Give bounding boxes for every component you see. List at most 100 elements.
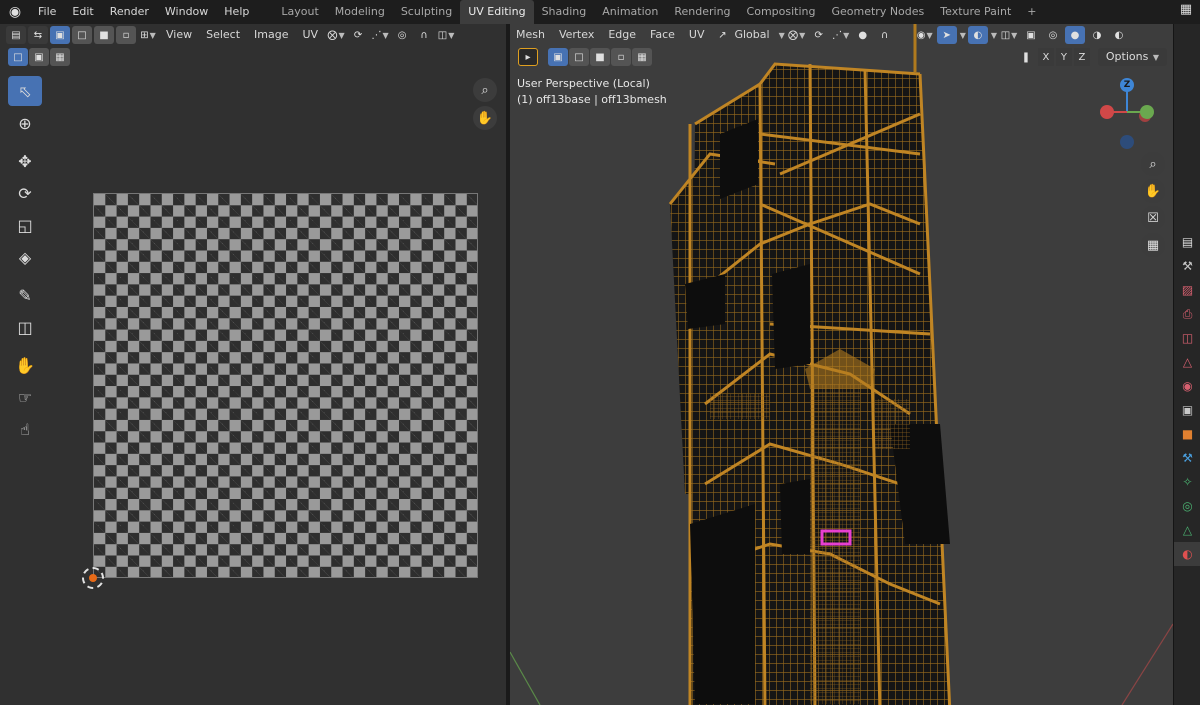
3d-viewport[interactable]: Mesh Vertex Edge Face UV ↗ Global ▼ ⨂ ▼ ⟳…	[510, 24, 1173, 705]
output-properties-icon[interactable]: ⎙	[1174, 302, 1200, 326]
tab-compositing[interactable]: Compositing	[739, 0, 824, 24]
collection-icon[interactable]: ▣	[1174, 398, 1200, 422]
tab-shading[interactable]: Shading	[534, 0, 595, 24]
vp-zoom-icon[interactable]: ⌕	[1141, 152, 1165, 176]
material-properties-icon[interactable]: ◐	[1174, 542, 1200, 566]
pan-hand-icon[interactable]: ✋	[473, 106, 497, 130]
tab-uv-editing[interactable]: UV Editing	[460, 0, 534, 24]
properties-editor-icon[interactable]: ▤	[1174, 230, 1200, 254]
blender-logo-icon[interactable]: ◉	[0, 4, 30, 20]
particles-icon[interactable]: ✧	[1174, 470, 1200, 494]
annotate-icon[interactable]: ✎	[8, 280, 42, 310]
gizmo-toggle-icon[interactable]: ➤	[936, 26, 957, 44]
transform-icon[interactable]: ◈	[8, 242, 42, 272]
vp-menu-edge[interactable]: Edge	[602, 24, 642, 46]
gizmo-x-axis[interactable]	[1100, 105, 1114, 119]
vp-snap-target-icon[interactable]: ⋰ ▼	[831, 26, 851, 44]
mirror-y-toggle[interactable]: Y	[1055, 48, 1072, 66]
tool-settings-icon[interactable]: ⚒	[1174, 254, 1200, 278]
select-subtract-icon[interactable]: ▦	[50, 48, 70, 66]
snap-icon[interactable]: ⟳	[348, 26, 368, 44]
rip-region-icon[interactable]: ◫	[8, 312, 42, 342]
xray-icon[interactable]: ▣	[1021, 26, 1041, 44]
menu-file[interactable]: File	[30, 0, 64, 24]
object-data-icon[interactable]: △	[1174, 518, 1200, 542]
object-properties-icon[interactable]: ■	[1174, 422, 1200, 446]
navigation-gizmo[interactable]: Z	[1095, 76, 1155, 156]
options-dropdown[interactable]: Options ▼	[1097, 48, 1167, 66]
zoom-icon[interactable]: ⌕	[473, 78, 497, 102]
vertex-select-icon[interactable]: ▣	[50, 26, 70, 44]
edge-select-icon[interactable]: □	[72, 26, 92, 44]
gizmo-dropdown-icon[interactable]: ▼	[960, 31, 966, 40]
sticky-mode-icon[interactable]: ⊞ ▼	[138, 26, 158, 44]
mirror-z-toggle[interactable]: Z	[1073, 48, 1090, 66]
face-select-icon[interactable]: ■	[94, 26, 114, 44]
relax-icon[interactable]: ☞	[8, 382, 42, 412]
select-new-icon[interactable]: □	[8, 48, 28, 66]
uv-2d-cursor-icon[interactable]	[82, 567, 104, 589]
tab-layout[interactable]: Layout	[273, 0, 326, 24]
scene-selector-icon[interactable]: ▦	[1176, 2, 1196, 22]
tab-rendering[interactable]: Rendering	[666, 0, 738, 24]
transform-orientation-icon[interactable]: ↗	[712, 26, 732, 44]
vp-snap-icon[interactable]: ⟳	[809, 26, 829, 44]
uv-menu-select[interactable]: Select	[200, 24, 246, 46]
proportional-edit-icon[interactable]: ◎	[392, 26, 412, 44]
view-layer-icon[interactable]: ◫	[1174, 326, 1200, 350]
gizmo-y-axis[interactable]	[1140, 105, 1154, 119]
menu-render[interactable]: Render	[102, 0, 157, 24]
pinch-icon[interactable]: ☝	[8, 414, 42, 444]
tab-geometry-nodes[interactable]: Geometry Nodes	[823, 0, 932, 24]
grab-icon[interactable]: ✋	[8, 350, 42, 380]
select-box-icon[interactable]: ⬁	[8, 76, 42, 106]
vp-pivot-icon[interactable]: ⨂ ▼	[787, 26, 807, 44]
uv-menu-view[interactable]: View	[160, 24, 198, 46]
vp-extend-icon[interactable]: ▫	[611, 48, 631, 66]
vp-falloff-icon[interactable]: ∩	[875, 26, 895, 44]
add-workspace-icon[interactable]: +	[1019, 0, 1044, 24]
tab-texture-paint[interactable]: Texture Paint	[932, 0, 1019, 24]
menu-edit[interactable]: Edit	[64, 0, 101, 24]
tab-modeling[interactable]: Modeling	[327, 0, 393, 24]
chevron-down-icon[interactable]: ▼	[779, 31, 785, 40]
world-properties-icon[interactable]: ◉	[1174, 374, 1200, 398]
scene-properties-icon[interactable]: △	[1174, 350, 1200, 374]
island-select-icon[interactable]: ▫	[116, 26, 136, 44]
vp-select-tool-icon[interactable]: ▸	[518, 48, 538, 66]
shading-material-icon[interactable]: ◑	[1087, 26, 1107, 44]
uv-menu-image[interactable]: Image	[248, 24, 294, 46]
scale-icon[interactable]: ◱	[8, 210, 42, 240]
vp-edge-mode-icon[interactable]: □	[569, 48, 589, 66]
camera-view-icon[interactable]: ☒	[1141, 206, 1165, 230]
modifier-wrench-icon[interactable]: ⚒	[1174, 446, 1200, 470]
uv-menu-uv[interactable]: UV	[297, 24, 325, 46]
menu-window[interactable]: Window	[157, 0, 216, 24]
mirror-icon[interactable]: ❚	[1016, 48, 1036, 66]
vp-proportional-icon[interactable]: ●	[853, 26, 873, 44]
render-properties-icon[interactable]: ▨	[1174, 278, 1200, 302]
vp-subtract-icon[interactable]: ▦	[632, 48, 652, 66]
physics-icon[interactable]: ◎	[1174, 494, 1200, 518]
shading-rendered-icon[interactable]: ◐	[1109, 26, 1129, 44]
visibility-eye-icon[interactable]: ◉ ▼	[915, 26, 935, 44]
overlay-toggle-icon[interactable]: ◐	[967, 26, 988, 44]
transform-orientation-dropdown[interactable]: Global	[734, 24, 775, 46]
vp-vertex-mode-icon[interactable]: ▣	[548, 48, 568, 66]
tab-animation[interactable]: Animation	[594, 0, 666, 24]
vp-menu-mesh[interactable]: Mesh	[510, 24, 551, 46]
tab-sculpting[interactable]: Sculpting	[393, 0, 460, 24]
pivot-icon[interactable]: ⨂ ▼	[326, 26, 346, 44]
mirror-x-toggle[interactable]: X	[1037, 48, 1054, 66]
vp-face-mode-icon[interactable]: ■	[590, 48, 610, 66]
sync-selection-icon[interactable]: ⇆	[28, 26, 48, 44]
snap-target-icon[interactable]: ⋰ ▼	[370, 26, 390, 44]
vp-menu-uv[interactable]: UV	[683, 24, 711, 46]
vp-menu-face[interactable]: Face	[644, 24, 681, 46]
vp-pan-hand-icon[interactable]: ✋	[1141, 179, 1165, 203]
perspective-toggle-icon[interactable]: ▦	[1141, 233, 1165, 257]
move-icon[interactable]: ✥	[8, 146, 42, 176]
mesh-edit-overlay-icon[interactable]: ◫ ▼	[999, 26, 1019, 44]
menu-help[interactable]: Help	[216, 0, 257, 24]
rotate-icon[interactable]: ⟳	[8, 178, 42, 208]
